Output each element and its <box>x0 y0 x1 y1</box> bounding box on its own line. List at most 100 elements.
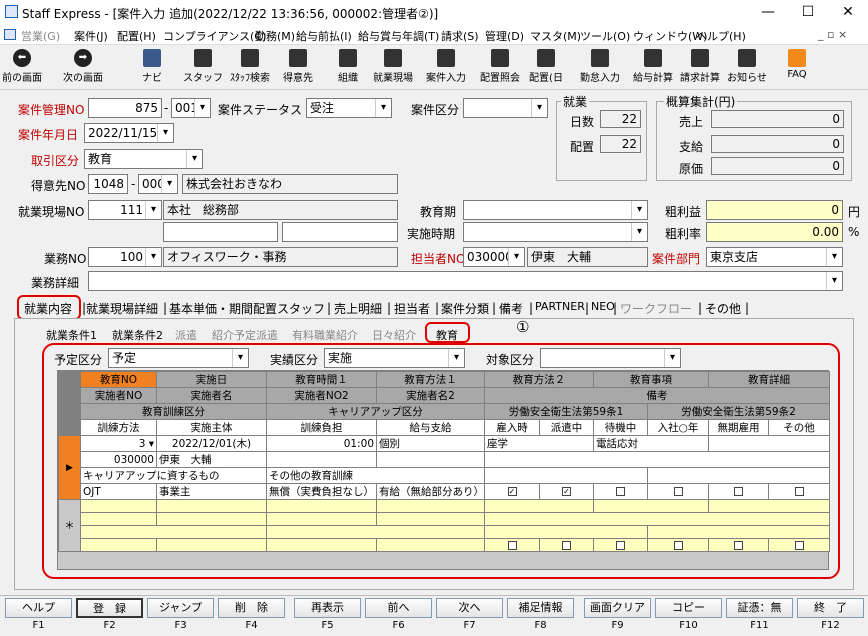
menu-eigyo[interactable]: 営業(G) <box>21 28 60 44</box>
col-hakenchu[interactable]: 派遣中 <box>539 419 594 436</box>
gyomu-no-select[interactable]: 100 <box>88 247 162 267</box>
cell-hoho1[interactable]: 個別 <box>376 435 485 452</box>
genba-extra-1[interactable] <box>163 222 278 242</box>
cell-jikan[interactable]: 01:00 <box>266 435 377 452</box>
cell-staff-name2[interactable] <box>376 451 485 468</box>
subtab-kyoiku[interactable]: 教育 <box>436 327 458 343</box>
cell-hoho2[interactable]: 座学 <box>484 435 594 452</box>
staff-search-button[interactable]: ｽﾀｯﾌ検索 <box>226 48 274 88</box>
anken-kubun-select[interactable] <box>463 98 548 118</box>
col-nyusha[interactable]: 入社○年 <box>647 419 709 436</box>
delete-button[interactable]: 削 除 <box>218 598 285 618</box>
new-checkbox-2[interactable] <box>562 540 571 550</box>
minimize-button[interactable]: — <box>748 0 788 25</box>
new-checkbox-1[interactable] <box>507 540 517 550</box>
col-jisshi-bi[interactable]: 実施日 <box>156 371 267 388</box>
cell-shosai[interactable] <box>708 435 830 452</box>
menu-master[interactable]: マスタ(M) <box>530 28 581 44</box>
row-selector[interactable]: ▶ <box>58 435 81 500</box>
staff-button[interactable]: スタッフ <box>183 48 223 88</box>
col-kunren[interactable]: 訓練方法 <box>80 419 157 436</box>
haichi-shokai-button[interactable]: 配置照会 <box>477 48 523 88</box>
supplement-button[interactable]: 補足情報 <box>507 598 574 618</box>
anken-input-button[interactable]: 案件入力 <box>423 48 469 88</box>
col-muki[interactable]: 無期雇用 <box>708 419 769 436</box>
prev-button[interactable]: 前へ <box>365 598 432 618</box>
tanto-no-select[interactable]: 030000 <box>463 247 525 267</box>
tokuisaki-no-field[interactable]: 1048 <box>88 174 128 194</box>
tab-tantosha[interactable]: 担当者 <box>394 300 430 320</box>
anken-kanri-sub-select[interactable]: 001 <box>171 98 211 118</box>
menu-haichi[interactable]: 配置(H) <box>117 28 156 44</box>
soshiki-button[interactable]: 組織 <box>331 48 365 88</box>
cell-kyoiku-kubun[interactable]: キャリアアップに資するもの <box>80 467 267 484</box>
new-checkbox-5[interactable] <box>734 540 743 550</box>
menu-kinmu[interactable]: 勤務(M) <box>255 28 295 44</box>
col-rodo59-1[interactable]: 労働安全衛生法第59条1 <box>484 403 648 420</box>
col-shutai[interactable]: 実施主体 <box>156 419 267 436</box>
checkbox-hakenchu[interactable]: ✓ <box>562 487 571 496</box>
bumon-select[interactable]: 東京支店 <box>706 247 843 267</box>
menu-kyuyo[interactable]: 給与賞与年調(T) <box>358 28 439 44</box>
col-rodo59-2[interactable]: 労働安全衛生法第59条2 <box>647 403 830 420</box>
subtab-shokai-yotei[interactable]: 紹介予定派遣 <box>212 327 278 343</box>
new-checkbox-6[interactable] <box>794 540 804 550</box>
menu-seikyu[interactable]: 請求(S) <box>441 28 479 44</box>
col-kyoiku-jikan[interactable]: 教育時間１ <box>266 371 377 388</box>
cell-futan[interactable]: 無償（実費負担なし） <box>266 483 377 500</box>
shohyo-button[interactable]: 証憑：無 <box>726 598 793 618</box>
tab-anken-bunrui[interactable]: 案件分類 <box>441 300 489 320</box>
col-taikichu[interactable]: 待機中 <box>593 419 648 436</box>
haichi-day-button[interactable]: 配置(日 <box>525 48 567 88</box>
cell-staff-no2[interactable] <box>266 451 377 468</box>
tab-kihon-tanka[interactable]: 基本単価・期間配置スタッフ <box>169 300 325 320</box>
kintai-button[interactable]: 勤怠入力 <box>577 48 623 88</box>
clear-screen-button[interactable]: 画面クリア <box>584 598 651 618</box>
seikyu-keisan-button[interactable]: 請求計算 <box>678 48 722 88</box>
tab-neo[interactable]: NEO <box>591 300 615 320</box>
subtab-joken2[interactable]: 就業条件2 <box>112 327 163 343</box>
cell-jiko[interactable]: 電話応対 <box>593 435 709 452</box>
cell-shutai[interactable]: 事業主 <box>156 483 267 500</box>
checkbox-nyusha[interactable] <box>673 487 683 496</box>
col-hoho1[interactable]: 教育方法１ <box>376 371 485 388</box>
cell-kyoiku-no[interactable]: 3 ▾ <box>80 435 157 452</box>
menu-kanri[interactable]: 管理(D) <box>485 28 524 44</box>
close-button[interactable]: ✕ <box>828 0 868 25</box>
kyoiku-ki-select[interactable] <box>463 200 648 220</box>
faq-button[interactable]: FAQ <box>780 48 814 88</box>
next-screen-button[interactable]: ➡ 次の画面 <box>58 48 108 88</box>
next-button[interactable]: 次へ <box>436 598 503 618</box>
exit-button[interactable]: 終 了 <box>797 598 864 618</box>
col-shosai[interactable]: 教育詳細 <box>708 371 830 388</box>
status-select[interactable]: 受注 <box>306 98 392 118</box>
cell-kunren[interactable]: OJT <box>80 483 157 500</box>
col-jiko[interactable]: 教育事項 <box>593 371 709 388</box>
new-row-marker[interactable]: ＊ <box>58 499 81 552</box>
new-checkbox-3[interactable] <box>616 540 625 550</box>
torihiki-select[interactable]: 教育 <box>84 149 203 169</box>
genba-extra-2[interactable] <box>282 222 398 242</box>
navi-button[interactable]: ナビ <box>133 48 171 88</box>
oshirase-button[interactable]: お知らせ <box>725 48 769 88</box>
menu-help[interactable]: ヘルプ(H) <box>696 28 746 44</box>
help-button[interactable]: ヘルプ <box>5 598 72 618</box>
subtab-haken[interactable]: 派遣 <box>175 327 197 343</box>
col-yatoiire[interactable]: 雇入時 <box>484 419 540 436</box>
new-checkbox-4[interactable] <box>673 540 683 550</box>
subtab-joken1[interactable]: 就業条件1 <box>46 327 97 343</box>
tab-partner[interactable]: PARTNER <box>535 300 585 320</box>
tab-sonota[interactable]: その他 <box>705 300 741 320</box>
cell-staff-no[interactable]: 030000 <box>80 451 157 468</box>
jisshi-select[interactable] <box>463 222 648 242</box>
checkbox-yatoiire[interactable]: ✓ <box>507 487 517 496</box>
register-button[interactable]: 登 録 <box>76 598 143 618</box>
tab-workflow[interactable]: ワークフロー <box>620 300 692 320</box>
cell-career-kubun[interactable]: その他の教育訓練 <box>266 467 485 484</box>
genba-button[interactable]: 就業現場 <box>370 48 416 88</box>
subtab-hibi-shokai[interactable]: 日々紹介 <box>372 327 416 343</box>
subtab-yuryo-shokai[interactable]: 有料職業紹介 <box>292 327 358 343</box>
genba-no-select[interactable]: 111 <box>88 200 162 220</box>
cell-biko[interactable] <box>484 451 830 468</box>
col-kyoiku-kubun[interactable]: 教育訓練区分 <box>80 403 267 420</box>
